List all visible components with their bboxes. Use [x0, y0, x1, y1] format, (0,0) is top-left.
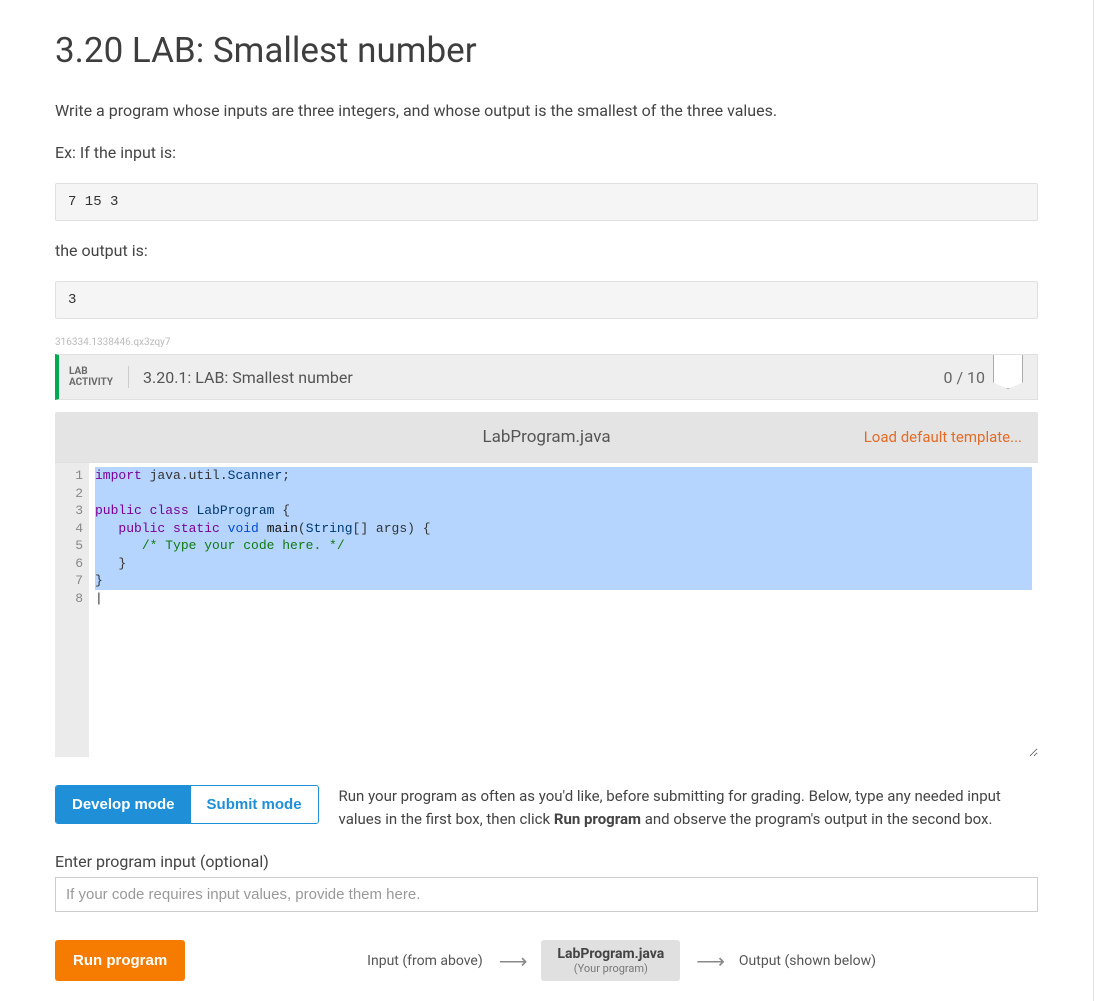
lab-score: 0 / 10 — [943, 368, 985, 387]
flow-program-name: LabProgram.java — [557, 946, 664, 962]
load-default-template-link[interactable]: Load default template... — [864, 428, 1022, 446]
mode-desc-post: and observe the program's output in the … — [641, 810, 992, 828]
program-input-label: Enter program input (optional) — [55, 852, 1038, 871]
program-input-field[interactable] — [55, 877, 1038, 912]
mode-desc-bold: Run program — [554, 810, 641, 828]
example-intro: Ex: If the input is: — [55, 141, 1038, 165]
lab-activity-header: LAB ACTIVITY 3.20.1: LAB: Smallest numbe… — [55, 354, 1038, 400]
tracking-id: 316334.1338446.qx3zqy7 — [55, 337, 1038, 348]
lab-activity-title: 3.20.1: LAB: Smallest number — [143, 368, 943, 387]
lab-activity-label: LAB ACTIVITY — [69, 366, 129, 388]
code-editor-section: LabProgram.java Load default template...… — [55, 412, 1038, 757]
line-number: 1 — [55, 467, 83, 485]
ribbon-icon — [993, 355, 1023, 389]
line-number: 2 — [55, 485, 83, 503]
line-number: 6 — [55, 555, 83, 573]
editor-header: LabProgram.java Load default template... — [55, 412, 1038, 462]
lab-label-line1: LAB — [69, 366, 114, 377]
editor-filename: LabProgram.java — [482, 427, 610, 447]
output-intro: the output is: — [55, 239, 1038, 263]
line-number: 8 — [55, 590, 83, 608]
run-row: Run program Input (from above) ⟶ LabProg… — [55, 940, 1038, 981]
example-output-block: 3 — [55, 281, 1038, 319]
arrow-icon: ⟶ — [499, 949, 526, 973]
mode-row: Develop mode Submit mode Run your progra… — [55, 785, 1038, 830]
code-editor[interactable]: 1 2 3 4 5 6 7 8 import java.util.Scanner… — [55, 462, 1038, 757]
mode-toggle: Develop mode Submit mode — [55, 785, 319, 824]
develop-mode-tab[interactable]: Develop mode — [56, 786, 191, 823]
code-area[interactable]: import java.util.Scanner; public class L… — [89, 463, 1038, 757]
example-input-block: 7 15 3 — [55, 183, 1038, 221]
mode-description: Run your program as often as you'd like,… — [339, 785, 1038, 830]
lab-label-line2: ACTIVITY — [69, 377, 114, 388]
line-number: 7 — [55, 572, 83, 590]
flow-input-label: Input (from above) — [367, 953, 483, 969]
line-gutter: 1 2 3 4 5 6 7 8 — [55, 463, 89, 757]
line-number: 5 — [55, 537, 83, 555]
line-number: 4 — [55, 520, 83, 538]
run-program-button[interactable]: Run program — [55, 940, 185, 981]
submit-mode-tab[interactable]: Submit mode — [191, 786, 318, 823]
arrow-icon: ⟶ — [696, 949, 723, 973]
flow-program-box: LabProgram.java (Your program) — [541, 940, 680, 981]
flow-program-sub: (Your program) — [557, 962, 664, 975]
flow-output-label: Output (shown below) — [739, 953, 876, 969]
page-title: 3.20 LAB: Smallest number — [55, 30, 1038, 71]
line-number: 3 — [55, 502, 83, 520]
problem-description: Write a program whose inputs are three i… — [55, 99, 1038, 123]
